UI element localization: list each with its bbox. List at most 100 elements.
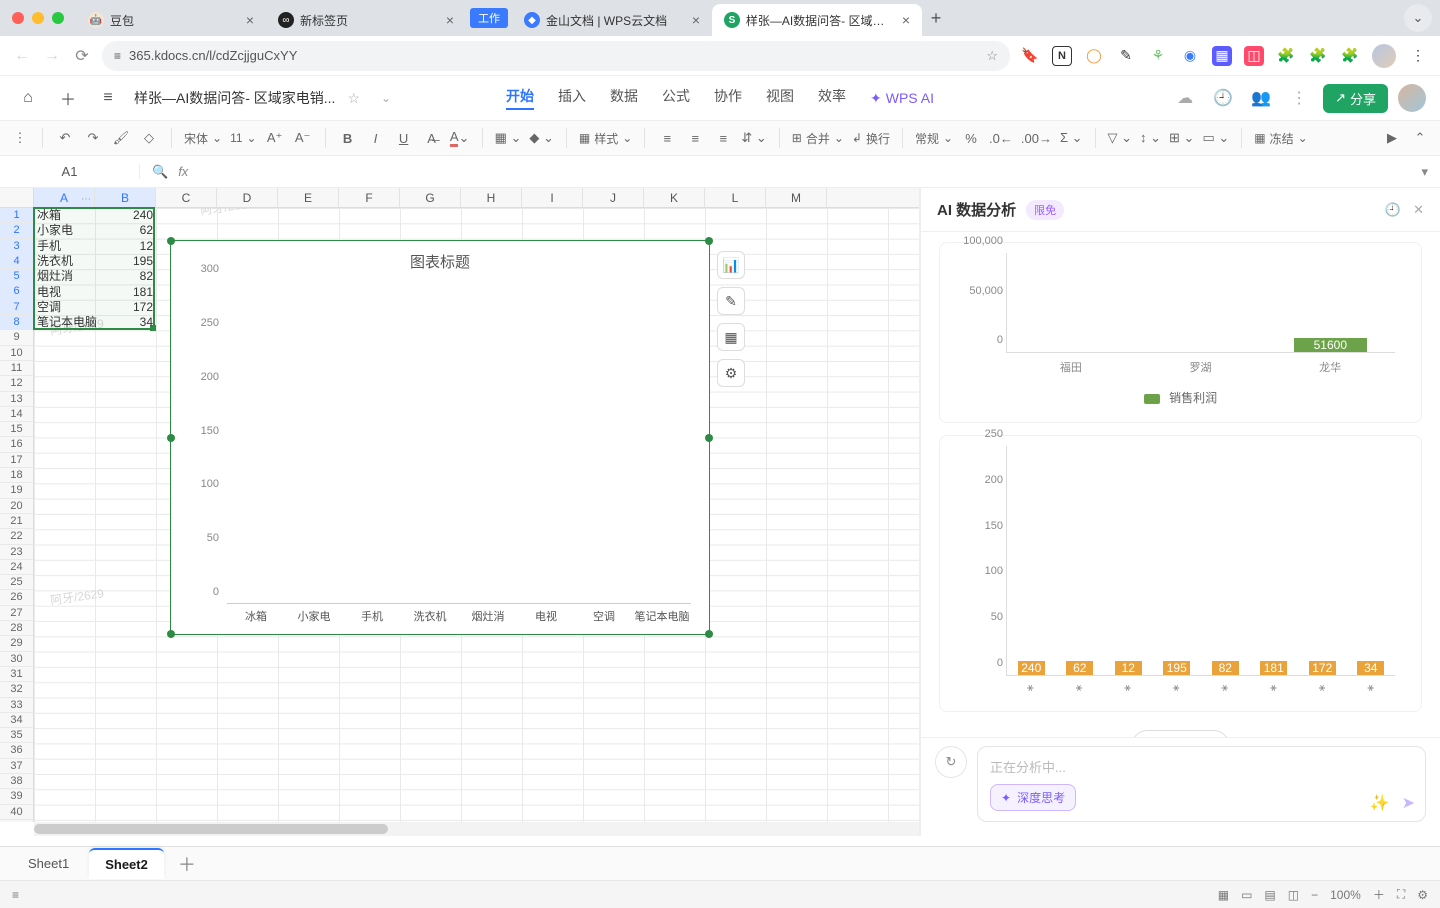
row-header[interactable]: 8	[0, 315, 33, 330]
row-header[interactable]: 28	[0, 621, 33, 636]
extensions-menu-icon[interactable]: 🧩	[1340, 46, 1360, 66]
search-icon[interactable]: 🔍	[152, 164, 168, 180]
new-doc-icon[interactable]: ＋	[54, 84, 82, 112]
cell[interactable]: 172	[95, 300, 156, 315]
ext-icon[interactable]: ✎	[1116, 46, 1136, 66]
refresh-chat-icon[interactable]: ↻	[935, 746, 967, 778]
font-increase-icon[interactable]: A⁺	[265, 126, 285, 150]
cell[interactable]: 181	[95, 285, 156, 300]
zoom-level[interactable]: 100%	[1330, 888, 1361, 902]
menu-collab[interactable]: 协作	[714, 86, 742, 110]
insert-cell-icon[interactable]: ⊞ ⌄	[1169, 126, 1194, 150]
zoom-out-icon[interactable]: −	[1311, 888, 1318, 902]
merge-cells-button[interactable]: ⊞ 合并 ⌄	[792, 126, 844, 150]
close-window-icon[interactable]	[12, 12, 24, 24]
row-col-icon[interactable]: ▭ ⌄	[1202, 126, 1229, 150]
cell[interactable]: 82	[95, 269, 156, 284]
ext-icon[interactable]: 🧩	[1276, 46, 1296, 66]
bookmark-star-icon[interactable]: ☆	[986, 48, 998, 64]
profile-avatar[interactable]	[1372, 44, 1396, 68]
row-header[interactable]: 12	[0, 376, 33, 391]
status-menu-icon[interactable]: ≡	[12, 888, 19, 902]
wrap-text-button[interactable]: ↲ 换行	[852, 126, 890, 150]
cell[interactable]: 34	[95, 315, 156, 330]
row-header[interactable]: 40	[0, 805, 33, 820]
row-header[interactable]: 38	[0, 774, 33, 789]
border-icon[interactable]: ▦ ⌄	[495, 126, 522, 150]
user-avatar[interactable]	[1398, 84, 1426, 112]
browser-tab-wps[interactable]: ◆ 金山文档 | WPS云文档 ×	[512, 4, 712, 36]
horizontal-scrollbar[interactable]	[34, 822, 919, 836]
row-header[interactable]: 19	[0, 483, 33, 498]
font-color-icon[interactable]: A ⌄	[450, 126, 470, 150]
share-button[interactable]: ↗ 分享	[1323, 84, 1388, 113]
tab-group-pill[interactable]: 工作	[470, 8, 508, 28]
favorite-star-icon[interactable]: ☆	[347, 90, 360, 107]
row-header[interactable]: 33	[0, 698, 33, 713]
expand-formula-icon[interactable]: ▾	[1421, 164, 1428, 180]
row-header[interactable]: 14	[0, 407, 33, 422]
back-icon[interactable]: ←	[12, 47, 32, 65]
align-center-icon[interactable]: ≡	[685, 126, 705, 150]
col-header-J[interactable]: J	[583, 188, 644, 207]
cell[interactable]: 240	[95, 208, 156, 223]
menu-insert[interactable]: 插入	[558, 86, 586, 110]
ext-icon[interactable]: ◫	[1244, 46, 1264, 66]
row-header[interactable]: 26	[0, 590, 33, 605]
site-info-icon[interactable]: ≡	[114, 49, 121, 63]
row-header[interactable]: 24	[0, 560, 33, 575]
history-icon[interactable]: 🕘	[1385, 202, 1401, 218]
close-tab-icon[interactable]: ×	[446, 12, 454, 28]
col-header-K[interactable]: K	[644, 188, 705, 207]
chart-settings-icon[interactable]: ⚙	[717, 359, 745, 387]
chart-type-icon[interactable]: 📊	[717, 251, 745, 279]
toolbar-more-icon[interactable]: ▶	[1382, 126, 1402, 150]
row-header[interactable]: 30	[0, 652, 33, 667]
filter-icon[interactable]: ▽ ⌄	[1108, 126, 1133, 150]
row-header[interactable]: 16	[0, 437, 33, 452]
format-painter-icon[interactable]: 🖌	[111, 126, 131, 150]
cell[interactable]: 电视	[34, 285, 95, 300]
row-header[interactable]: 13	[0, 392, 33, 407]
fullscreen-icon[interactable]: ⛶	[1397, 887, 1405, 902]
toolbar-menu-icon[interactable]: ⋮	[10, 126, 30, 150]
menu-icon[interactable]: ≡	[94, 84, 122, 112]
cell[interactable]: 空调	[34, 300, 95, 315]
close-tab-icon[interactable]: ×	[246, 12, 254, 28]
browser-tab-doubao[interactable]: 🤖 豆包 ×	[76, 4, 266, 36]
menu-formula[interactable]: 公式	[662, 86, 690, 110]
sum-icon[interactable]: Σ ⌄	[1060, 126, 1083, 150]
row-header[interactable]: 9	[0, 330, 33, 345]
row-header[interactable]: 23	[0, 545, 33, 560]
row-header[interactable]: 3	[0, 239, 33, 254]
number-format-select[interactable]: 常规 ⌄	[915, 126, 953, 150]
ext-icon[interactable]: ◯	[1084, 46, 1104, 66]
row-header[interactable]: 15	[0, 422, 33, 437]
home-icon[interactable]: ⌂	[14, 84, 42, 112]
cell-style-select[interactable]: ▦ 样式 ⌄	[579, 126, 632, 150]
font-decrease-icon[interactable]: A⁻	[293, 126, 313, 150]
fill-color-icon[interactable]: ◆ ⌄	[529, 126, 554, 150]
col-header-M[interactable]: M	[766, 188, 827, 207]
font-size-select[interactable]: 11 ⌄	[230, 126, 257, 150]
ai-prompt-input[interactable]: 正在分析中... ✦ 深度思考 ✨ ➤	[977, 746, 1426, 822]
bookmark-icon[interactable]: 🔖	[1020, 46, 1040, 66]
ai-suggest-icon[interactable]: ✨	[1370, 793, 1390, 813]
row-header[interactable]: 29	[0, 636, 33, 651]
notion-ext-icon[interactable]: N	[1052, 46, 1072, 66]
close-tab-icon[interactable]: ×	[692, 12, 700, 28]
row-header[interactable]: 36	[0, 743, 33, 758]
clear-format-icon[interactable]: ◇	[139, 126, 159, 150]
deep-think-button[interactable]: ✦ 深度思考	[990, 784, 1076, 811]
forward-icon[interactable]: →	[42, 47, 62, 65]
new-tab-button[interactable]: +	[922, 8, 950, 29]
chart-data-icon[interactable]: ▦	[717, 323, 745, 351]
decimal-inc-icon[interactable]: .0←	[989, 126, 1013, 150]
spreadsheet-area[interactable]: 阿牙/2629 阿牙/2629 阿牙/2629 阿牙/2629 阿牙/2629 …	[0, 188, 920, 836]
row-header[interactable]: 11	[0, 361, 33, 376]
add-sheet-icon[interactable]: ＋	[178, 851, 196, 877]
chart-edit-icon[interactable]: ✎	[717, 287, 745, 315]
tabs-dropdown-icon[interactable]: ⌄	[1404, 4, 1432, 32]
col-header-E[interactable]: E	[278, 188, 339, 207]
minimize-window-icon[interactable]	[32, 12, 44, 24]
